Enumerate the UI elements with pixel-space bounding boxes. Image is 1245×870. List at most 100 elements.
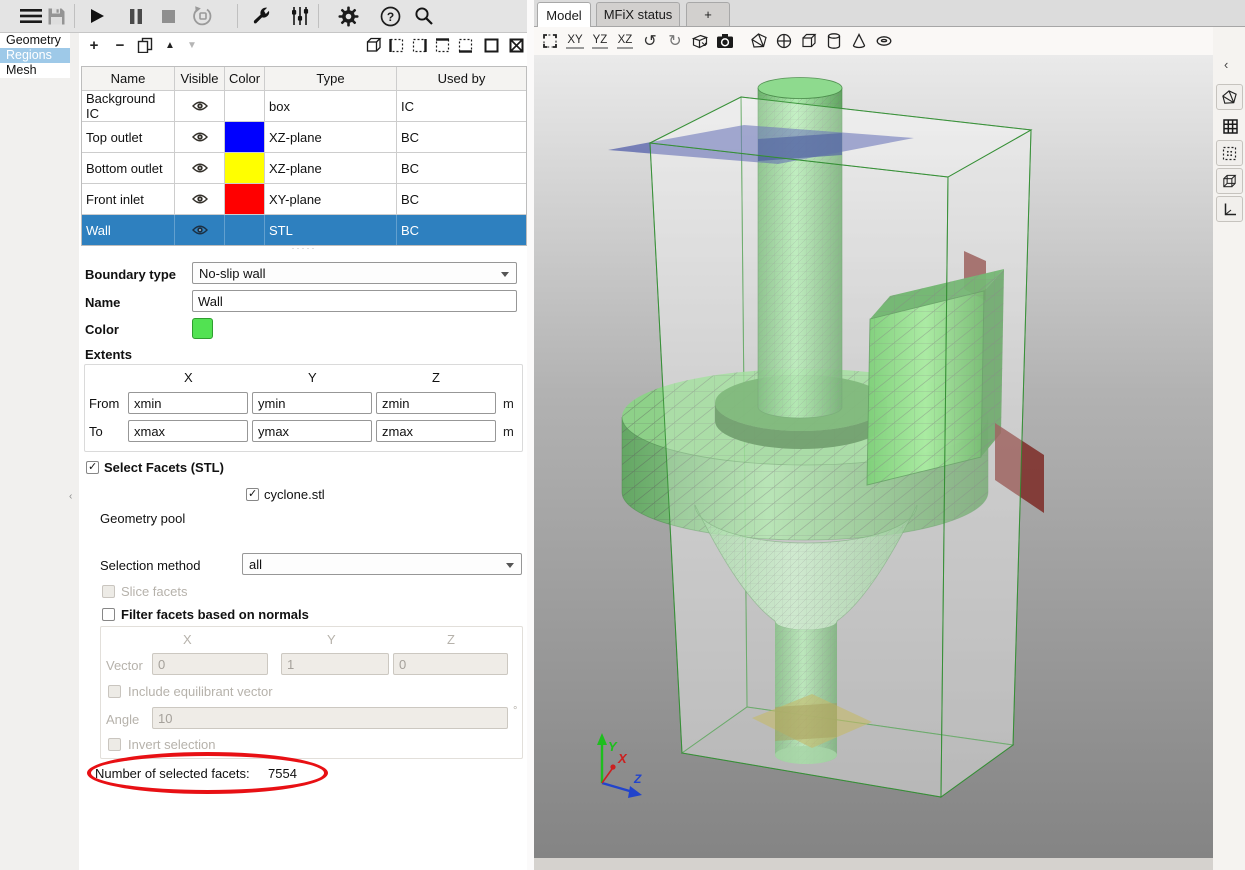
xmax-input[interactable] <box>128 420 248 442</box>
search-icon[interactable] <box>413 0 435 32</box>
vector-z-input[interactable] <box>393 653 508 675</box>
cube-view-button[interactable] <box>1216 168 1243 194</box>
sidebar-item-regions[interactable]: Regions <box>0 48 70 63</box>
panel-collapse-handle[interactable]: ‹ <box>69 491 72 502</box>
cell-type: STL <box>265 215 397 245</box>
ymax-input[interactable] <box>252 420 372 442</box>
stl-file-checkbox[interactable] <box>246 488 259 501</box>
sidebar-item-mesh[interactable]: Mesh <box>0 63 70 78</box>
vector-x-input[interactable] <box>152 653 268 675</box>
angle-input[interactable] <box>152 707 508 729</box>
cone-icon[interactable] <box>847 30 871 52</box>
table-row[interactable]: Top outlet XZ-plane BC <box>82 121 526 152</box>
menu-icon[interactable] <box>18 0 44 32</box>
pause-icon[interactable] <box>128 0 144 32</box>
duplicate-region-icon[interactable] <box>135 35 155 55</box>
table-row[interactable]: Bottom outlet XZ-plane BC <box>82 152 526 183</box>
sphere-icon[interactable] <box>772 30 796 52</box>
reset-icon[interactable] <box>191 0 215 32</box>
mesh-grid-button[interactable] <box>1218 114 1242 138</box>
fit-view-icon[interactable] <box>538 30 562 52</box>
equilibrant-checkbox[interactable] <box>108 685 121 698</box>
add-region-icon[interactable]: + <box>84 35 104 55</box>
parameters-icon[interactable] <box>290 0 310 32</box>
select-facets-checkbox[interactable] <box>86 461 99 474</box>
help-icon[interactable]: ? <box>379 0 401 32</box>
cube-icon[interactable] <box>797 30 821 52</box>
rotate-left-icon[interactable]: ↺ <box>638 30 662 52</box>
cell-name: Front inlet <box>82 184 175 214</box>
color-cell[interactable] <box>225 91 265 121</box>
region-shape-square-icon[interactable] <box>481 35 501 55</box>
selection-method-select[interactable]: all <box>242 553 522 575</box>
rotate-right-icon[interactable]: ↻ <box>663 30 687 52</box>
remove-region-icon[interactable]: − <box>110 35 130 55</box>
col-header-usedby[interactable]: Used by <box>397 67 526 90</box>
zmin-input[interactable] <box>376 392 496 414</box>
visible-eye-icon[interactable] <box>175 184 225 214</box>
view-xy-icon[interactable]: XY <box>563 30 587 52</box>
view-yz-icon[interactable]: YZ <box>588 30 612 52</box>
visible-eye-icon[interactable] <box>175 91 225 121</box>
region-shape-plane-left-icon[interactable] <box>386 35 406 55</box>
region-shape-stl-icon[interactable] <box>506 35 526 55</box>
regions-panel-button[interactable] <box>1216 140 1243 166</box>
table-row[interactable]: Background IC box IC <box>82 90 526 121</box>
visible-eye-icon[interactable] <box>175 153 225 183</box>
cell-type: XZ-plane <box>265 153 397 183</box>
view-xz-icon[interactable]: XZ <box>613 30 637 52</box>
col-header-name[interactable]: Name <box>82 67 175 90</box>
slice-facets-checkbox[interactable] <box>102 585 115 598</box>
sidebar-item-geometry[interactable]: Geometry <box>0 33 70 48</box>
vector-y-input[interactable] <box>281 653 389 675</box>
table-row-selected[interactable]: Wall STL BC <box>82 214 526 245</box>
perspective-icon[interactable] <box>688 30 712 52</box>
zmax-input[interactable] <box>376 420 496 442</box>
tab-model[interactable]: Model <box>537 2 591 27</box>
color-cell[interactable] <box>225 153 265 183</box>
tab-mfix-status[interactable]: MFiX status <box>596 2 680 26</box>
geometry-panel-button[interactable] <box>1216 84 1243 110</box>
region-color-swatch[interactable] <box>192 318 213 339</box>
splitter-handle[interactable]: ····· <box>81 243 527 253</box>
col-header-type[interactable]: Type <box>265 67 397 90</box>
settings-gear-icon[interactable] <box>337 0 359 32</box>
axes-toggle-button[interactable] <box>1216 196 1243 222</box>
torus-icon[interactable] <box>872 30 896 52</box>
boundary-type-select[interactable]: No-slip wall <box>192 262 517 284</box>
region-shape-plane-right-icon[interactable] <box>409 35 429 55</box>
xmin-input[interactable] <box>128 392 248 414</box>
filter-y-header: Y <box>327 632 336 647</box>
tab-add[interactable]: + <box>686 2 730 26</box>
collapse-right-panel-icon[interactable]: ‹ <box>1224 57 1228 72</box>
move-up-icon[interactable]: ▲ <box>160 35 180 55</box>
cylinder-icon[interactable] <box>822 30 846 52</box>
ymin-input[interactable] <box>252 392 372 414</box>
visible-eye-icon[interactable] <box>175 122 225 152</box>
col-header-visible[interactable]: Visible <box>175 67 225 90</box>
visible-eye-icon[interactable] <box>175 215 225 245</box>
col-header-color[interactable]: Color <box>225 67 265 90</box>
extents-z-header: Z <box>432 370 440 385</box>
screenshot-camera-icon[interactable] <box>713 30 737 52</box>
3d-viewport[interactable]: Y X Z <box>534 55 1213 858</box>
move-down-icon[interactable]: ▼ <box>182 35 202 55</box>
region-shape-box-icon[interactable] <box>363 35 383 55</box>
color-cell[interactable] <box>225 215 265 245</box>
selection-method-label: Selection method <box>100 558 200 573</box>
play-icon[interactable] <box>88 0 106 32</box>
pane-divider[interactable] <box>527 0 534 870</box>
color-cell[interactable] <box>225 184 265 214</box>
region-shape-plane-top-icon[interactable] <box>432 35 452 55</box>
geometry-visibility-icon[interactable] <box>747 30 771 52</box>
invert-selection-checkbox[interactable] <box>108 738 121 751</box>
filter-facets-checkbox[interactable] <box>102 608 115 621</box>
region-name-input[interactable] <box>192 290 517 312</box>
save-icon[interactable] <box>45 0 67 32</box>
stl-file-label: cyclone.stl <box>264 487 325 502</box>
stop-icon[interactable] <box>161 0 176 32</box>
region-shape-plane-bottom-icon[interactable] <box>455 35 475 55</box>
color-cell[interactable] <box>225 122 265 152</box>
wrench-icon[interactable] <box>251 0 273 32</box>
table-row[interactable]: Front inlet XY-plane BC <box>82 183 526 214</box>
